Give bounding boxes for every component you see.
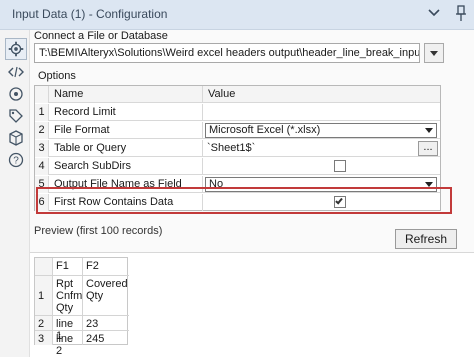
option-row-file-format: 2 File Format Microsoft Excel (*.xlsx) xyxy=(35,122,440,139)
options-label: Options xyxy=(38,70,76,82)
code-icon[interactable] xyxy=(8,64,24,80)
dropdown-arrow-icon xyxy=(430,51,438,56)
option-row-search-subdirs: 4 Search SubDirs xyxy=(35,158,440,175)
table-query-value[interactable]: `Sheet1$` xyxy=(207,141,413,156)
title-bar: Input Data (1) - Configuration xyxy=(0,0,474,30)
preview-row-number: 1 xyxy=(35,276,53,316)
preview-header-f1: F1 xyxy=(53,258,83,276)
column-header-value: Value xyxy=(208,88,236,100)
cube-icon[interactable] xyxy=(8,130,24,146)
preview-label: Preview (first 100 records) xyxy=(34,225,163,237)
preview-row-number: 2 xyxy=(35,316,53,331)
connection-icon[interactable] xyxy=(8,86,24,102)
preview-cell: 23 xyxy=(83,316,129,331)
preview-header-f2: F2 xyxy=(83,258,129,276)
file-format-select[interactable]: Microsoft Excel (*.xlsx) xyxy=(205,123,437,138)
help-icon[interactable]: ? xyxy=(8,152,24,168)
option-row-record-limit[interactable]: 1 Record Limit xyxy=(35,104,440,121)
highlight-box xyxy=(36,187,452,214)
preview-cell: Covered Qty xyxy=(83,276,129,316)
gear-icon[interactable] xyxy=(5,38,27,60)
record-limit-input[interactable] xyxy=(204,104,440,121)
file-browse-dropdown[interactable] xyxy=(424,43,444,63)
preview-grid: F1 F2 1 Rpt Cnfm Qty Covered Qty 2 line … xyxy=(34,257,129,357)
pin-icon[interactable] xyxy=(454,5,468,23)
tag-icon[interactable] xyxy=(8,108,24,124)
dropdown-arrow-icon xyxy=(425,128,433,133)
window-title: Input Data (1) - Configuration xyxy=(12,7,168,21)
preview-cell: line 2 xyxy=(53,331,83,357)
column-header-name: Name xyxy=(50,86,203,103)
connect-label: Connect a File or Database xyxy=(34,30,168,42)
chevron-down-icon[interactable] xyxy=(426,5,442,21)
file-path-input[interactable]: T:\BEMI\Alteryx\Solutions\Weird excel he… xyxy=(34,43,420,63)
table-query-browse-button[interactable]: ... xyxy=(418,141,438,156)
preview-cell: Rpt Cnfm Qty xyxy=(53,276,83,316)
svg-text:?: ? xyxy=(13,156,19,167)
preview-cell: 245 xyxy=(86,333,105,345)
side-toolbar: ? xyxy=(0,30,30,357)
options-header-row: Name Value xyxy=(35,86,440,103)
search-subdirs-checkbox[interactable] xyxy=(334,160,346,172)
refresh-button[interactable]: Refresh xyxy=(395,229,457,249)
option-row-table-or-query: 3 Table or Query `Sheet1$` ... xyxy=(35,140,440,157)
preview-cell: line 1 xyxy=(53,316,83,342)
preview-row-number: 3 xyxy=(35,331,53,345)
